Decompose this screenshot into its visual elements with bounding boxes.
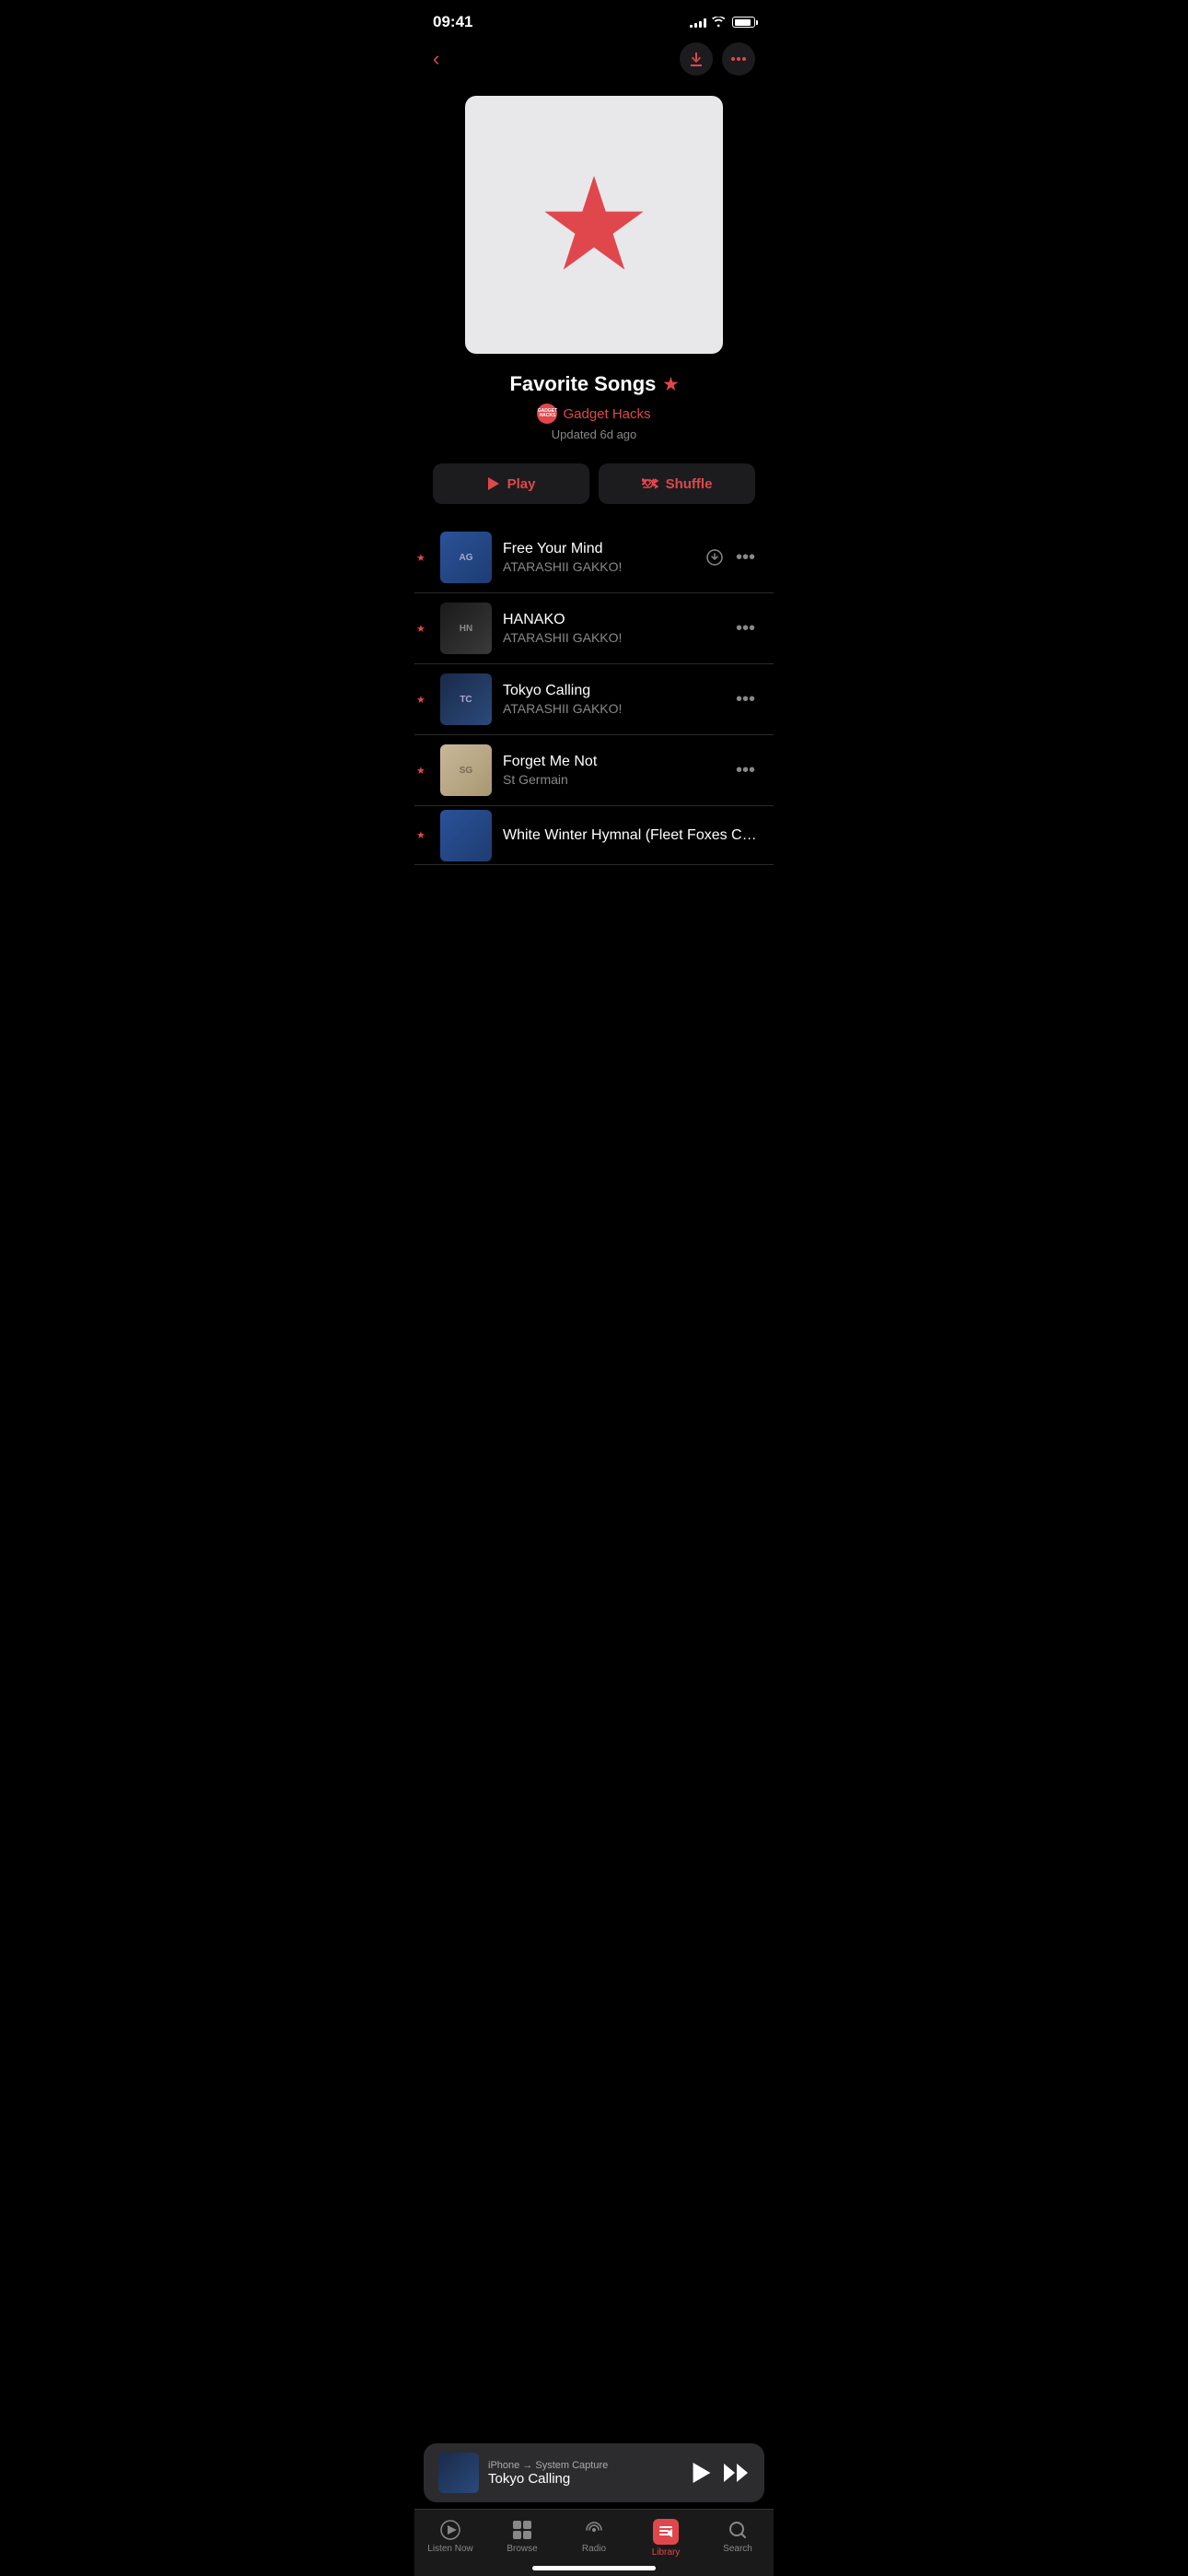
back-button[interactable]: ‹ [433, 47, 439, 71]
song-artist: St Germain [503, 772, 725, 787]
wifi-icon [712, 17, 727, 28]
list-item[interactable]: ★ SG Forget Me Not St Germain ••• [414, 735, 774, 806]
browse-icon [511, 2519, 533, 2541]
song-star-icon: ★ [416, 765, 425, 777]
song-artist: ATARASHII GAKKO! [503, 630, 725, 645]
tab-library[interactable]: Library [630, 2519, 702, 2558]
playlist-info: Favorite Songs ★ GADGETHACKS Gadget Hack… [414, 372, 774, 456]
song-actions: ••• [706, 544, 759, 572]
song-star-icon: ★ [416, 552, 425, 564]
action-buttons: Play Shuffle [414, 456, 774, 522]
download-icon [689, 52, 704, 66]
play-button[interactable]: Play [433, 463, 589, 504]
song-thumbnail: AG [440, 532, 492, 583]
song-list: ★ AG Free Your Mind ATARASHII GAKKO! •••… [414, 522, 774, 939]
song-info: Free Your Mind ATARASHII GAKKO! [503, 541, 699, 574]
nav-bar: ‹ [414, 39, 774, 87]
status-bar: 09:41 [414, 0, 774, 39]
download-song-icon[interactable] [706, 549, 723, 566]
song-info: HANAKO ATARASHII GAKKO! [503, 612, 725, 645]
song-artist: ATARASHII GAKKO! [503, 701, 725, 716]
mini-player-title: Tokyo Calling [488, 2471, 683, 2487]
download-button[interactable] [680, 42, 713, 76]
song-thumbnail [440, 810, 492, 861]
list-item[interactable]: ★ AG Free Your Mind ATARASHII GAKKO! ••• [414, 522, 774, 593]
song-title: HANAKO [503, 612, 725, 628]
song-info: Forget Me Not St Germain [503, 754, 725, 787]
list-item[interactable]: ★ TC Tokyo Calling ATARASHII GAKKO! ••• [414, 664, 774, 735]
more-song-button[interactable]: ••• [732, 615, 759, 643]
song-actions: ••• [732, 685, 759, 714]
song-thumbnail: HN [440, 603, 492, 654]
shuffle-button[interactable]: Shuffle [599, 463, 755, 504]
mini-forward-icon [724, 2464, 750, 2482]
battery-icon [732, 17, 755, 28]
status-icons [690, 17, 755, 28]
song-info: Tokyo Calling ATARASHII GAKKO! [503, 683, 725, 716]
tab-radio[interactable]: Radio [558, 2519, 630, 2554]
song-title: Free Your Mind [503, 541, 699, 557]
shuffle-icon [642, 477, 658, 490]
signal-icon [690, 17, 706, 28]
song-title: White Winter Hymnal (Fleet Foxes Cover) [503, 827, 759, 844]
author-avatar: GADGETHACKS [537, 404, 557, 424]
tab-browse[interactable]: Browse [486, 2519, 558, 2554]
tab-library-label: Library [652, 2547, 681, 2558]
mini-player-thumbnail [438, 2453, 479, 2493]
more-song-button[interactable]: ••• [732, 544, 759, 572]
song-star-icon: ★ [416, 829, 425, 841]
tab-search-label: Search [723, 2544, 752, 2554]
listen-now-icon [439, 2519, 461, 2541]
mini-player[interactable]: iPhone → System Capture Tokyo Calling [424, 2443, 764, 2502]
playlist-title: Favorite Songs ★ [433, 372, 755, 396]
song-info: White Winter Hymnal (Fleet Foxes Cover) [503, 827, 759, 844]
playlist-artwork: ★ [465, 96, 723, 354]
tab-radio-label: Radio [582, 2544, 606, 2554]
song-thumbnail: SG [440, 744, 492, 796]
more-button[interactable] [722, 42, 755, 76]
artwork-container: ★ [414, 87, 774, 372]
song-star-icon: ★ [416, 623, 425, 635]
updated-text: Updated 6d ago [433, 427, 755, 441]
list-item[interactable]: ★ HN HANAKO ATARASHII GAKKO! ••• [414, 593, 774, 664]
play-icon [487, 477, 500, 490]
status-time: 09:41 [433, 13, 472, 31]
song-title: Forget Me Not [503, 754, 725, 770]
title-star-icon: ★ [663, 375, 678, 394]
more-song-button[interactable]: ••• [732, 685, 759, 714]
mini-forward-button[interactable] [724, 2464, 750, 2482]
mini-player-controls [693, 2463, 750, 2483]
song-star-icon: ★ [416, 694, 425, 706]
song-actions: ••• [732, 615, 759, 643]
nav-actions [680, 42, 755, 76]
tab-listen-now[interactable]: Listen Now [414, 2519, 486, 2554]
library-icon [653, 2519, 679, 2545]
artwork-star-icon: ★ [536, 160, 652, 289]
tab-search[interactable]: Search [702, 2519, 774, 2554]
mini-player-info: iPhone → System Capture Tokyo Calling [488, 2460, 683, 2487]
search-icon [727, 2519, 749, 2541]
tab-listen-now-label: Listen Now [427, 2544, 472, 2554]
tab-browse-label: Browse [507, 2544, 537, 2554]
ellipsis-icon [731, 57, 746, 61]
playlist-author[interactable]: GADGETHACKS Gadget Hacks [433, 404, 755, 424]
mini-play-button[interactable] [693, 2463, 711, 2483]
author-name: Gadget Hacks [563, 406, 650, 422]
mini-player-source: iPhone → System Capture [488, 2460, 683, 2471]
list-item[interactable]: ★ White Winter Hymnal (Fleet Foxes Cover… [414, 806, 774, 865]
more-song-button[interactable]: ••• [732, 756, 759, 785]
mini-play-icon [693, 2463, 711, 2483]
song-thumbnail: TC [440, 673, 492, 725]
song-artist: ATARASHII GAKKO! [503, 559, 699, 574]
song-title: Tokyo Calling [503, 683, 725, 699]
radio-icon [583, 2519, 605, 2541]
home-indicator [532, 2566, 656, 2570]
song-actions: ••• [732, 756, 759, 785]
